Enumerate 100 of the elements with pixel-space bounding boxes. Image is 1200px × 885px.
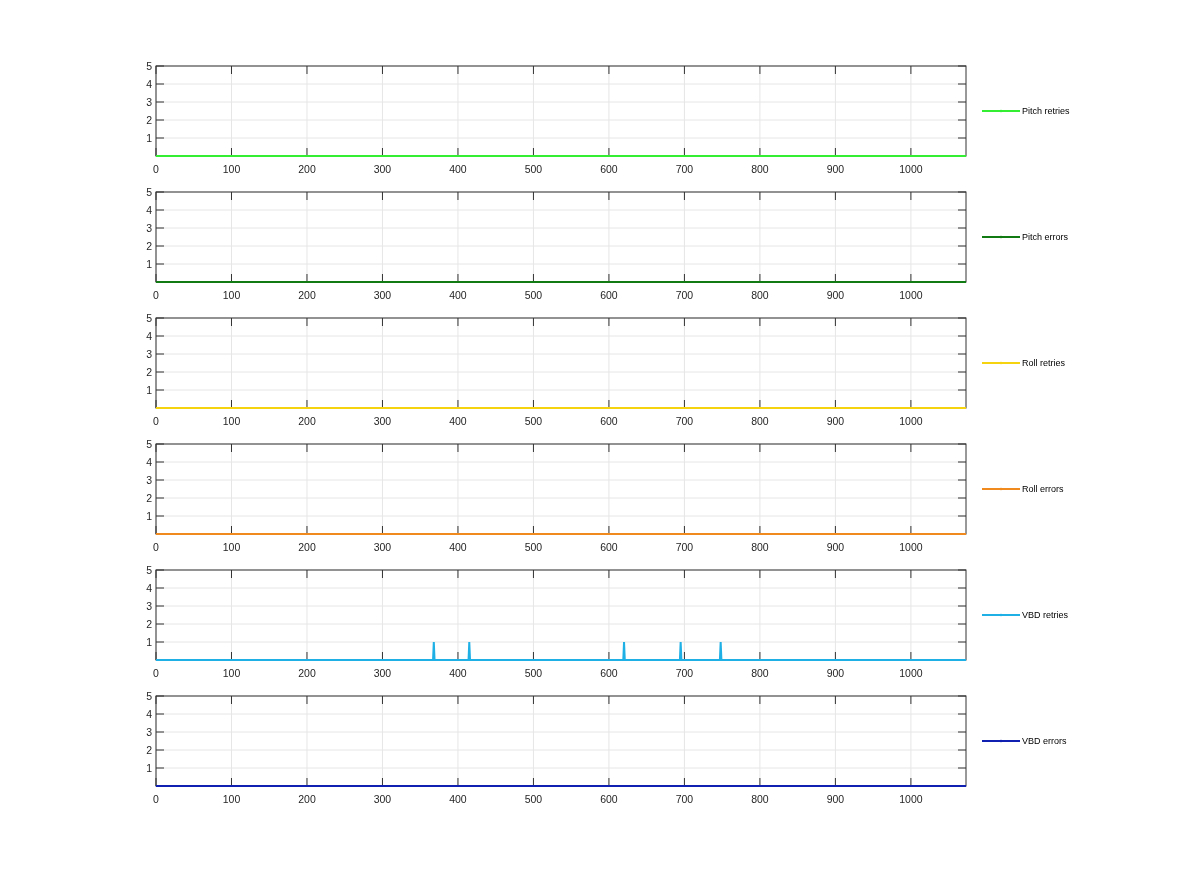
y-tick-label: 5 — [146, 438, 152, 450]
y-tick-label: 4 — [146, 78, 152, 90]
x-tick-label: 800 — [751, 667, 769, 679]
y-tick-label: 2 — [146, 618, 152, 630]
legend-label: VBD retries — [1022, 610, 1068, 620]
x-tick-label: 100 — [222, 793, 241, 805]
x-tick-label: 500 — [524, 667, 543, 679]
x-tick-label: 1000 — [899, 793, 923, 805]
x-tick-label: 500 — [524, 415, 543, 427]
x-tick-label: 0 — [153, 667, 159, 679]
x-tick-label: 600 — [600, 541, 618, 553]
x-tick-label: 1000 — [899, 415, 923, 427]
x-tick-label: 100 — [222, 163, 241, 175]
y-tick-label: 1 — [146, 510, 152, 522]
x-tick-label: 900 — [826, 667, 845, 679]
y-tick-label: 2 — [146, 744, 152, 756]
x-tick-label: 500 — [524, 793, 543, 805]
y-tick-label: 1 — [146, 132, 152, 144]
y-tick-label: 5 — [146, 312, 152, 324]
y-tick-label: 3 — [146, 96, 152, 108]
x-tick-label: 600 — [600, 793, 618, 805]
y-tick-label: 4 — [146, 330, 152, 342]
y-tick-label: 3 — [146, 348, 152, 360]
x-tick-label: 300 — [373, 541, 392, 553]
x-tick-label: 400 — [449, 415, 467, 427]
x-tick-label: 900 — [826, 541, 845, 553]
y-tick-label: 3 — [146, 726, 152, 738]
x-tick-label: 800 — [751, 415, 769, 427]
x-tick-label: 600 — [600, 289, 618, 301]
x-tick-label: 0 — [153, 793, 159, 805]
x-tick-label: 700 — [675, 667, 694, 679]
x-tick-label: 200 — [298, 541, 316, 553]
x-tick-label: 0 — [153, 415, 159, 427]
x-tick-label: 200 — [298, 289, 316, 301]
legend-label: Pitch errors — [1022, 232, 1068, 242]
x-tick-label: 900 — [826, 289, 845, 301]
x-tick-label: 700 — [675, 289, 694, 301]
y-tick-label: 5 — [146, 186, 152, 198]
x-tick-label: 600 — [600, 163, 618, 175]
x-tick-label: 300 — [373, 667, 392, 679]
x-tick-label: 800 — [751, 163, 769, 175]
x-tick-label: 600 — [600, 415, 618, 427]
y-tick-label: 4 — [146, 204, 152, 216]
y-tick-label: 5 — [146, 60, 152, 72]
x-tick-label: 1000 — [899, 163, 923, 175]
y-tick-label: 5 — [146, 564, 152, 576]
y-tick-label: 1 — [146, 258, 152, 270]
x-tick-label: 800 — [751, 541, 769, 553]
x-tick-label: 900 — [826, 793, 845, 805]
x-tick-label: 200 — [298, 667, 316, 679]
x-tick-label: 400 — [449, 163, 467, 175]
x-tick-label: 800 — [751, 793, 769, 805]
y-tick-label: 5 — [146, 690, 152, 702]
x-tick-label: 200 — [298, 163, 316, 175]
x-tick-label: 900 — [826, 163, 845, 175]
x-tick-label: 100 — [222, 667, 241, 679]
y-tick-label: 2 — [146, 114, 152, 126]
x-tick-label: 100 — [222, 289, 241, 301]
x-tick-label: 300 — [373, 793, 392, 805]
y-tick-label: 2 — [146, 366, 152, 378]
x-tick-label: 500 — [524, 289, 543, 301]
x-tick-label: 300 — [373, 289, 392, 301]
x-tick-label: 800 — [751, 289, 769, 301]
y-tick-label: 3 — [146, 474, 152, 486]
y-tick-label: 3 — [146, 600, 152, 612]
x-tick-label: 400 — [449, 289, 467, 301]
x-tick-label: 1000 — [899, 289, 923, 301]
x-tick-label: 0 — [153, 289, 159, 301]
x-tick-label: 900 — [826, 415, 845, 427]
y-tick-label: 4 — [146, 456, 152, 468]
y-tick-label: 1 — [146, 762, 152, 774]
legend-label: Roll retries — [1022, 358, 1065, 368]
x-tick-label: 1000 — [899, 667, 923, 679]
x-tick-label: 500 — [524, 163, 543, 175]
x-tick-label: 200 — [298, 793, 316, 805]
y-tick-label: 1 — [146, 636, 152, 648]
x-tick-label: 1000 — [899, 541, 923, 553]
y-tick-label: 2 — [146, 240, 152, 252]
legend-label: Roll errors — [1022, 484, 1064, 494]
x-tick-label: 300 — [373, 415, 392, 427]
y-tick-label: 4 — [146, 708, 152, 720]
x-tick-label: 200 — [298, 415, 316, 427]
x-tick-label: 700 — [675, 163, 694, 175]
x-tick-label: 400 — [449, 793, 467, 805]
legend-label: Pitch retries — [1022, 106, 1070, 116]
legend-label: VBD errors — [1022, 736, 1067, 746]
x-tick-label: 0 — [153, 541, 159, 553]
x-tick-label: 700 — [675, 793, 694, 805]
y-tick-label: 2 — [146, 492, 152, 504]
x-tick-label: 400 — [449, 541, 467, 553]
x-tick-label: 600 — [600, 667, 618, 679]
y-tick-label: 1 — [146, 384, 152, 396]
x-tick-label: 700 — [675, 541, 694, 553]
x-tick-label: 500 — [524, 541, 543, 553]
x-tick-label: 100 — [222, 415, 241, 427]
x-tick-label: 400 — [449, 667, 467, 679]
x-tick-label: 100 — [222, 541, 241, 553]
x-tick-label: 0 — [153, 163, 159, 175]
y-tick-label: 4 — [146, 582, 152, 594]
x-tick-label: 300 — [373, 163, 392, 175]
